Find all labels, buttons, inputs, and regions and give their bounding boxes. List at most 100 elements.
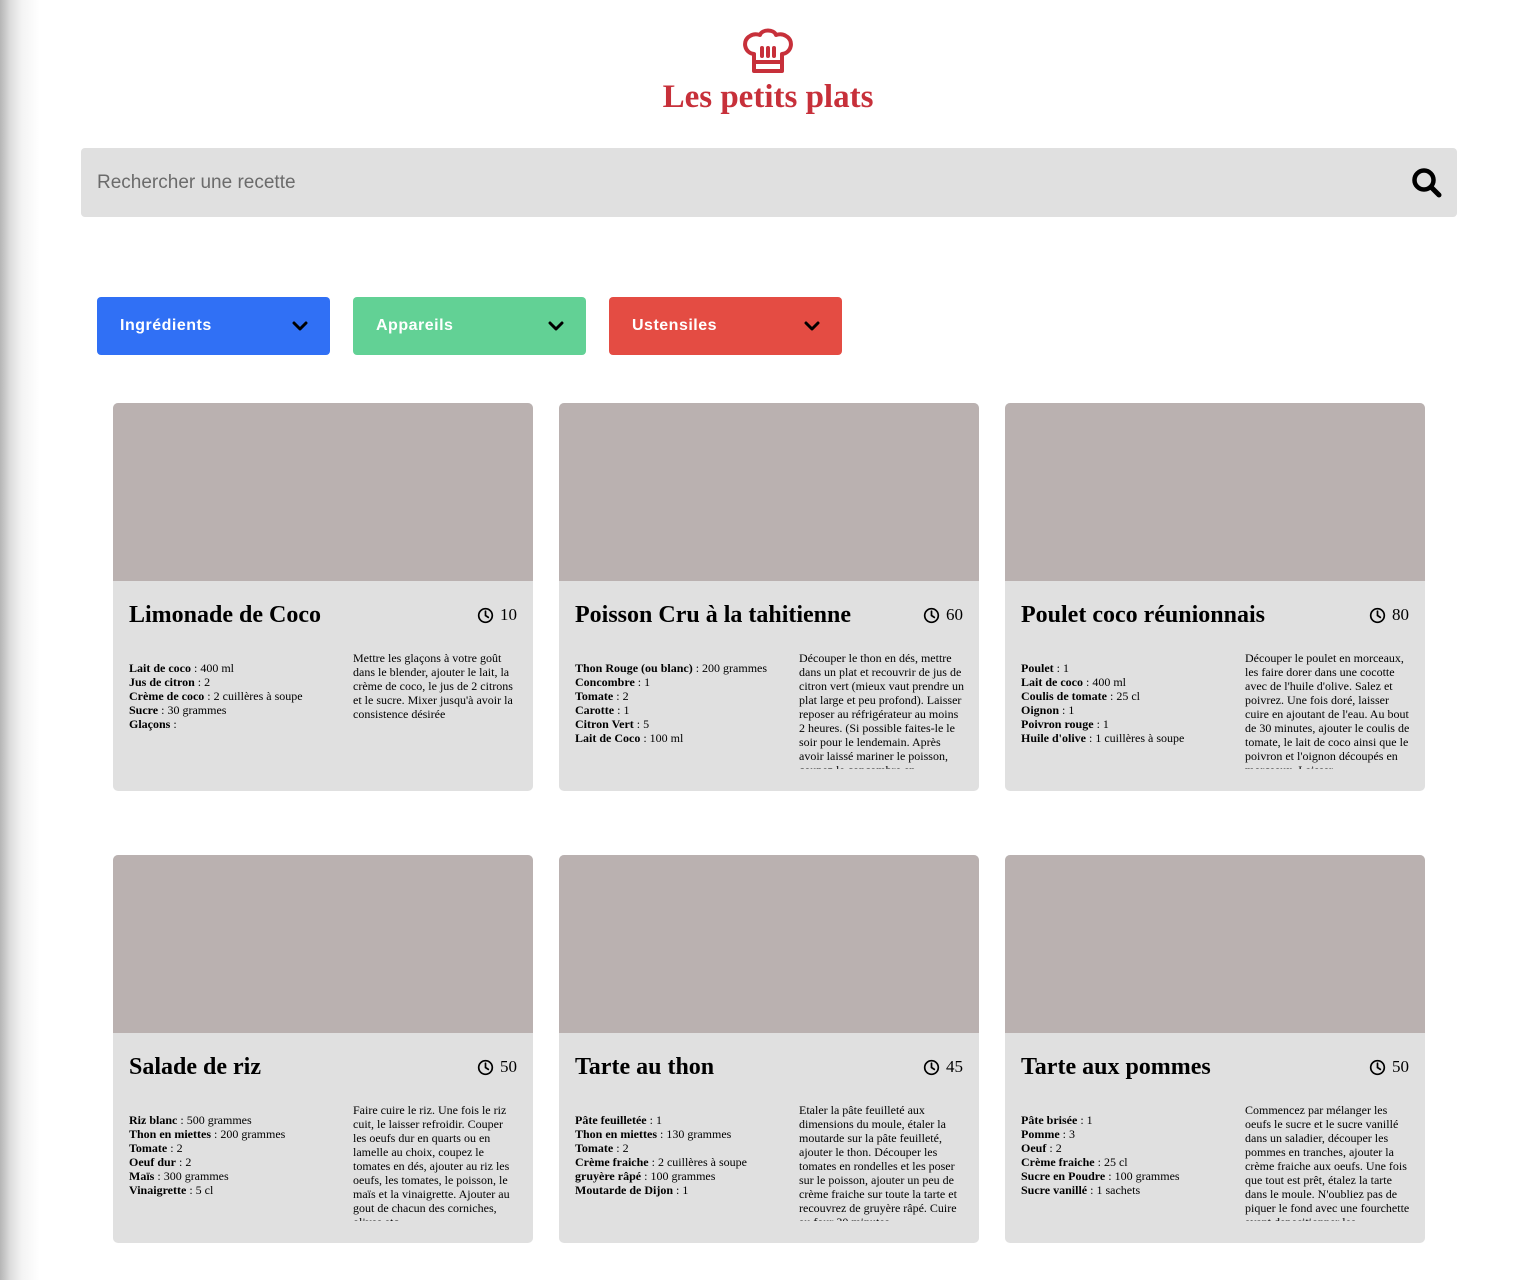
site-title[interactable]: Les petits plats <box>0 79 1536 116</box>
ingredient-quantity: 2 <box>622 689 629 703</box>
ingredient-item: Huile d'olive : 1 cuillères à soupe <box>1021 731 1185 745</box>
ingredient-item: Pâte brisée : 1 <box>1021 1113 1093 1127</box>
ingredient-item: Crème fraiche : 25 cl <box>1021 1155 1128 1169</box>
ingredient-quantity: 1 <box>1063 661 1070 675</box>
ingredient-quantity: 5 cl <box>195 1183 214 1197</box>
ingredient-item: Maïs : 300 grammes <box>129 1169 229 1183</box>
ingredient-name: Lait de coco <box>1021 675 1083 689</box>
ingredient-name: Riz blanc <box>129 1113 178 1127</box>
recipe-header: Poulet coco réunionnais 80 <box>1021 600 1409 630</box>
clock-icon <box>923 1059 940 1075</box>
ingredient-quantity: 5 <box>643 717 650 731</box>
filter-appareils-dropdown[interactable]: Appareils <box>353 297 586 355</box>
ingredient-name: Poulet <box>1021 661 1054 675</box>
recipe-card[interactable]: Poulet coco réunionnais 80 Poulet : 1 Lait … <box>1005 403 1425 791</box>
recipe-time-value: 60 <box>946 605 963 624</box>
recipe-header: Salade de riz 50 <box>129 1052 517 1082</box>
recipe-card[interactable]: Tarte au thon 45 Pâte feuilletée : 1 Thon e… <box>559 855 979 1243</box>
ingredient-item: Sucre en Poudre : 100 grammes <box>1021 1169 1180 1183</box>
recipe-time: 80 <box>1369 605 1409 625</box>
recipe-image-placeholder <box>113 855 533 1033</box>
ingredient-quantity: 200 grammes <box>702 661 768 675</box>
recipe-card[interactable]: Limonade de Coco 10 Lait de coco : 400 ml J… <box>113 403 533 791</box>
ingredient-name: Thon en miettes <box>129 1127 211 1141</box>
ingredient-name: Pâte feuilletée <box>575 1113 647 1127</box>
recipe-description: Mettre les glaçons à votre goût dans le … <box>353 651 513 721</box>
ingredient-item: Concombre : 1 <box>575 675 651 689</box>
recipe-card[interactable]: Poisson Cru à la tahitienne 60 Thon Rouge … <box>559 403 979 791</box>
ingredient-item: Oignon : 1 <box>1021 703 1075 717</box>
site-header: Les petits plats <box>0 24 1536 116</box>
ingredient-quantity: 2 <box>622 1141 629 1155</box>
recipe-ingredients: Pâte feuilletée : 1 Thon en miettes : 130… <box>575 1113 785 1197</box>
ingredient-item: Coulis de tomate : 25 cl <box>1021 689 1141 703</box>
ingredient-quantity: 1 <box>644 675 651 689</box>
ingredient-item: gruyère râpé : 100 grammes <box>575 1169 716 1183</box>
recipe-time: 50 <box>477 1057 517 1077</box>
filter-ingredients-dropdown[interactable]: Ingrédients <box>97 297 330 355</box>
ingredient-name: Oeuf dur <box>129 1155 177 1169</box>
ingredient-name: Coulis de tomate <box>1021 689 1107 703</box>
ingredient-item: Riz blanc : 500 grammes <box>129 1113 252 1127</box>
ingredient-item: Poivron rouge : 1 <box>1021 717 1109 731</box>
recipe-image-placeholder <box>559 403 979 581</box>
recipe-image-placeholder <box>1005 403 1425 581</box>
recipe-ingredients: Riz blanc : 500 grammes Thon en miettes :… <box>129 1113 339 1197</box>
recipe-time-value: 10 <box>500 605 517 624</box>
recipe-title: Salade de riz <box>129 1053 261 1080</box>
ingredient-name: Pâte brisée <box>1021 1113 1078 1127</box>
ingredient-name: gruyère râpé <box>575 1169 642 1183</box>
ingredient-item: Crème fraiche : 2 cuillères à soupe <box>575 1155 747 1169</box>
recipe-card[interactable]: Tarte aux pommes 50 Pâte brisée : 1 Pomme :… <box>1005 855 1425 1243</box>
ingredient-quantity: 130 grammes <box>666 1127 732 1141</box>
ingredient-quantity: 2 <box>1055 1141 1062 1155</box>
clock-icon <box>923 607 940 623</box>
recipe-description: Découper le poulet en morceaux, les fair… <box>1245 651 1410 769</box>
chevron-down-icon <box>292 321 308 331</box>
ingredient-name: Crème fraiche <box>575 1155 649 1169</box>
ingredient-name: Pomme <box>1021 1127 1060 1141</box>
ingredient-name: Poivron rouge <box>1021 717 1094 731</box>
ingredient-name: Huile d'olive <box>1021 731 1087 745</box>
ingredient-quantity: 1 <box>682 1183 689 1197</box>
recipe-time: 45 <box>923 1057 963 1077</box>
ingredient-name: Lait de Coco <box>575 731 641 745</box>
ingredient-quantity: 1 cuillères à soupe <box>1095 731 1185 745</box>
ingredient-name: Sucre en Poudre <box>1021 1169 1106 1183</box>
filter-bar: Ingrédients Appareils Ustensiles <box>97 297 842 355</box>
ingredient-quantity: 25 cl <box>1103 1155 1128 1169</box>
clock-icon <box>1369 607 1386 623</box>
ingredient-name: Jus de citron <box>129 675 195 689</box>
ingredient-item: Thon en miettes : 130 grammes <box>575 1127 732 1141</box>
ingredient-name: Glaçons <box>129 717 171 731</box>
ingredient-item: Tomate : 2 <box>575 689 629 703</box>
recipe-time-value: 50 <box>500 1057 517 1076</box>
ingredient-name: Crème fraiche <box>1021 1155 1095 1169</box>
filter-ustensiles-dropdown[interactable]: Ustensiles <box>609 297 842 355</box>
ingredient-quantity: 400 ml <box>1092 675 1127 689</box>
ingredient-item: Pomme : 3 <box>1021 1127 1075 1141</box>
recipe-description: Etaler la pâte feuilleté aux dimensions … <box>799 1103 957 1221</box>
ingredient-quantity: 300 grammes <box>163 1169 229 1183</box>
ingredient-quantity: 200 grammes <box>220 1127 286 1141</box>
ingredient-quantity: 2 <box>176 1141 183 1155</box>
ingredient-item: Tomate : 2 <box>129 1141 183 1155</box>
ingredient-item: Thon Rouge (ou blanc) : 200 grammes <box>575 661 768 675</box>
ingredient-item: Citron Vert : 5 <box>575 717 650 731</box>
search-button[interactable] <box>1397 148 1457 217</box>
ingredient-name: Carotte <box>575 703 615 717</box>
recipe-card[interactable]: Salade de riz 50 Riz blanc : 500 grammes Th… <box>113 855 533 1243</box>
ingredient-name: Maïs <box>129 1169 155 1183</box>
ingredient-name: Citron Vert <box>575 717 634 731</box>
ingredient-quantity: 100 grammes <box>1114 1169 1180 1183</box>
ingredient-quantity: 2 cuillères à soupe <box>213 689 303 703</box>
ingredient-item: Lait de Coco : 100 ml <box>575 731 684 745</box>
search-bar <box>81 148 1457 217</box>
recipe-header: Tarte aux pommes 50 <box>1021 1052 1409 1082</box>
recipe-image-placeholder <box>559 855 979 1033</box>
ingredient-item: Pâte feuilletée : 1 <box>575 1113 662 1127</box>
recipe-title: Limonade de Coco <box>129 601 321 628</box>
ingredient-quantity: 1 <box>655 1113 662 1127</box>
search-input[interactable] <box>81 148 1397 217</box>
recipe-title: Poulet coco réunionnais <box>1021 601 1265 628</box>
